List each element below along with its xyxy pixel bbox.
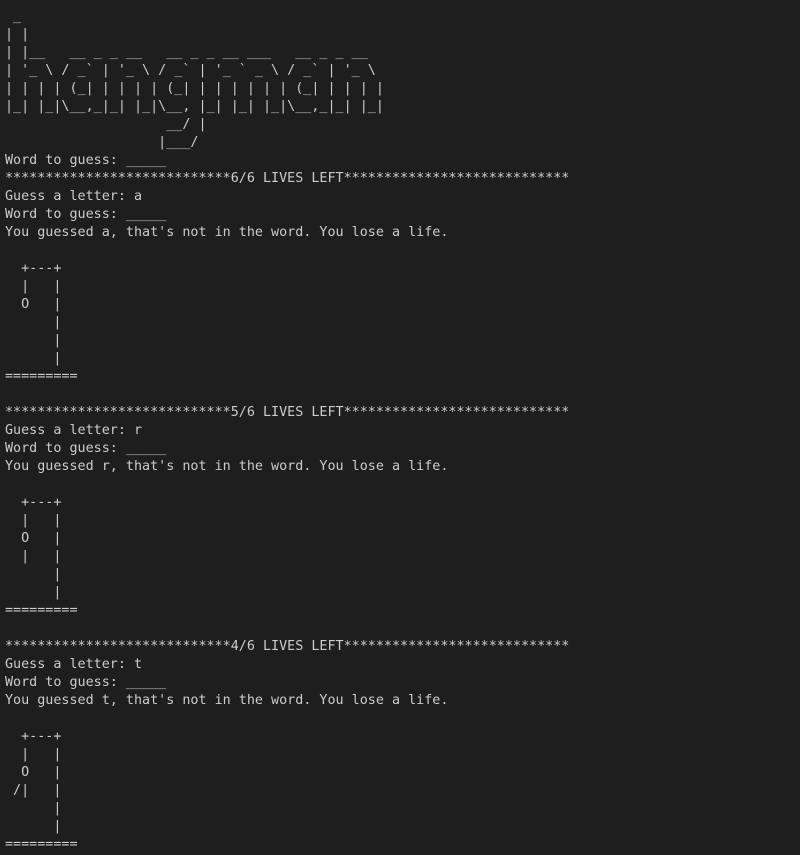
banner-line: | '_ \ / _` | '_ \ / _` | '_ ` _ \ / _` … <box>5 63 376 78</box>
gallows-line: O | <box>5 765 62 780</box>
gallows-line: | | <box>5 549 62 564</box>
banner-line: _ <box>5 9 22 24</box>
word-to-guess-line: Word to guess: _____ <box>5 675 167 690</box>
gallows-line: | <box>5 585 62 600</box>
gallows-line: | <box>5 801 62 816</box>
banner-line: | | | | (_| | | | | (_| | | | | | | (_| … <box>5 81 384 96</box>
gallows-line: O | <box>5 531 62 546</box>
banner-line: | |__ __ _ _ __ __ _ _ __ ___ __ _ _ __ <box>5 45 368 60</box>
banner-line: |___/ <box>5 135 199 150</box>
word-to-guess-line: Word to guess: _____ <box>5 207 167 222</box>
gallows-line: /| | <box>5 783 62 798</box>
result-message-line: You guessed a, that's not in the word. Y… <box>5 225 449 240</box>
gallows-line: +---+ <box>5 261 62 276</box>
gallows-line: +---+ <box>5 729 62 744</box>
gallows-line: | | <box>5 747 62 762</box>
gallows-base-line: ========= <box>5 369 78 384</box>
guess-prompt-line: Guess a letter: t <box>5 657 143 672</box>
gallows-line: | <box>5 351 62 366</box>
banner-line: | | <box>5 27 30 42</box>
banner-line: |_| |_|\__,_|_| |_|\__, |_| |_| |_|\__,_… <box>5 99 384 114</box>
gallows-line: O | <box>5 297 62 312</box>
lives-left-line: ****************************6/6 LIVES LE… <box>5 171 570 186</box>
gallows-line: | <box>5 567 62 582</box>
gallows-line: +---+ <box>5 495 62 510</box>
word-to-guess-line: Word to guess: _____ <box>5 153 167 168</box>
guess-prompt-line: Guess a letter: a <box>5 189 143 204</box>
gallows-line: | <box>5 315 62 330</box>
lives-left-line: ****************************5/6 LIVES LE… <box>5 405 570 420</box>
gallows-base-line: ========= <box>5 837 78 852</box>
guess-prompt-line: Guess a letter: r <box>5 423 143 438</box>
gallows-line: | <box>5 333 62 348</box>
result-message-line: You guessed t, that's not in the word. Y… <box>5 693 449 708</box>
gallows-line: | | <box>5 513 62 528</box>
lives-left-line: ****************************4/6 LIVES LE… <box>5 639 570 654</box>
gallows-line: | <box>5 819 62 834</box>
banner-line: __/ | <box>5 117 207 132</box>
word-to-guess-line: Word to guess: _____ <box>5 441 167 456</box>
gallows-base-line: ========= <box>5 603 78 618</box>
terminal-window[interactable]: _ | | | |__ __ _ _ __ __ _ _ __ ___ __ _… <box>0 0 800 855</box>
gallows-line: | | <box>5 279 62 294</box>
result-message-line: You guessed r, that's not in the word. Y… <box>5 459 449 474</box>
